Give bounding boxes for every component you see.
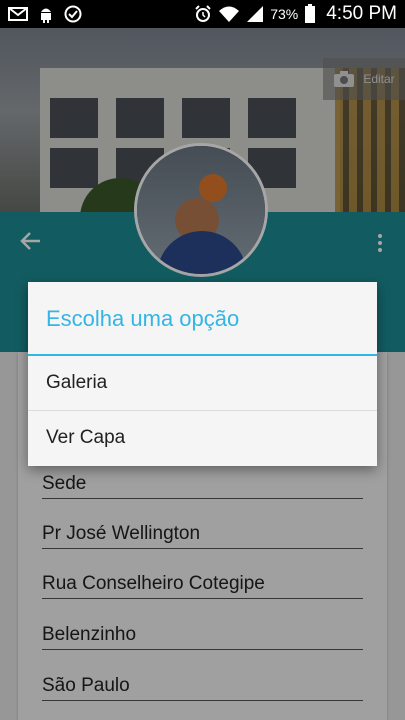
status-right-icons: 73% 4:50 PM (194, 3, 397, 25)
status-left-icons (8, 5, 82, 23)
status-time: 4:50 PM (326, 3, 397, 24)
alarm-icon (195, 5, 211, 22)
option-gallery[interactable]: Galeria (28, 356, 377, 410)
choose-option-dialog: Escolha uma opção Galeria Ver Capa (28, 282, 377, 466)
gmail-icon (8, 7, 28, 21)
android-icon (41, 8, 51, 23)
wifi-icon (219, 6, 240, 22)
status-bar: 73% 4:50 PM (0, 0, 405, 28)
check-circle-icon (64, 5, 82, 23)
option-view-cover[interactable]: Ver Capa (28, 411, 377, 465)
battery-icon (305, 4, 316, 23)
battery-percent: 73% (270, 6, 299, 22)
signal-icon (247, 6, 264, 22)
dialog-title: Escolha uma opção (46, 306, 240, 331)
